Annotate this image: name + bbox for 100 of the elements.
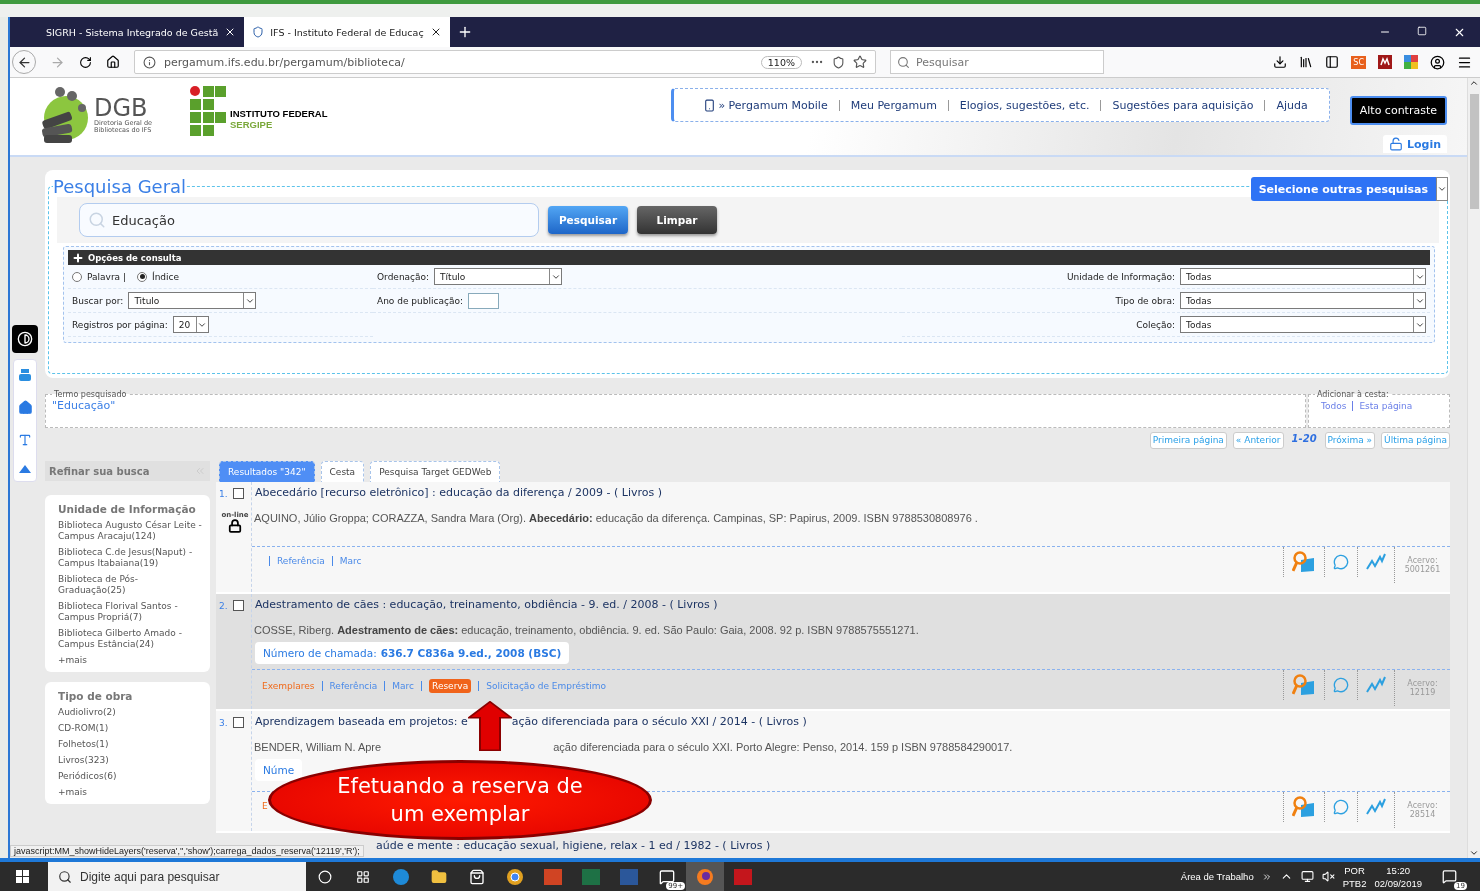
refine-header: Refinar sua busca xyxy=(45,461,210,481)
more-link[interactable]: +mais xyxy=(58,787,202,798)
dropdown[interactable]: Titulo xyxy=(128,292,257,309)
bookmark-star-icon[interactable] xyxy=(853,55,867,69)
search-button[interactable]: Pesquisar xyxy=(548,206,628,234)
results-tab[interactable]: Pesquisa Target GEDWeb xyxy=(370,461,501,482)
checkbox[interactable] xyxy=(232,488,244,499)
plus-icon xyxy=(72,251,84,264)
logo-title: INSTITUTO FEDERAL xyxy=(230,108,328,119)
result-number: 3. xyxy=(219,717,228,728)
reload-icon[interactable] xyxy=(79,55,92,69)
clear-button[interactable]: Limpar xyxy=(637,206,717,234)
result-title[interactable]: Adestramento de cães : educação, treinamento, obdiência - 9. ed. / 2008 - ( Livros ) xyxy=(255,598,718,620)
acervo-info: Acervo: 28514 xyxy=(1394,792,1450,828)
filter-item[interactable]: Biblioteca C.de Jesus(Naput) - Campus Itabaiana(19) xyxy=(58,547,202,569)
taskbar-search[interactable]: Digite aqui para pesquisar xyxy=(48,862,306,891)
basket-link[interactable]: Esta página xyxy=(1352,401,1419,411)
chart-line-icon[interactable] xyxy=(1366,798,1386,816)
arrow-annotation xyxy=(467,701,512,751)
result-title[interactable]: Aprendizagem baseada em projetos: e xyxy=(255,715,468,737)
result-title[interactable]: Abecedário [recurso eletrônico] : educação da diferença / 2009 - ( Livros ) xyxy=(255,486,663,508)
radio-button[interactable] xyxy=(72,271,82,282)
reference-text: AQUINO, Júlio Groppa; CORAZZA, Sandra Mara (Org). Abecedário: educação da diferença. Campinas, SP: Papirus, 2009. ISBN 9788530808976 . xyxy=(254,512,978,524)
network-icon[interactable] xyxy=(1300,870,1314,883)
basket-link[interactable]: Todos xyxy=(1315,401,1353,411)
scroll-down-icon[interactable] xyxy=(1469,848,1479,858)
language-indicator[interactable]: POR PTB2 xyxy=(1342,863,1367,890)
radio-option[interactable]: Palavra | xyxy=(72,271,126,282)
download-icon[interactable] xyxy=(1273,55,1288,69)
close-icon[interactable] xyxy=(1453,26,1466,39)
font-size-icon[interactable] xyxy=(18,433,32,447)
menu-icon[interactable] xyxy=(1457,54,1472,70)
filter-item[interactable]: Biblioteca Gilberto Amado - Campus Estância(24) xyxy=(58,628,202,650)
phone-icon xyxy=(703,98,717,112)
unlock-icon xyxy=(1388,137,1403,151)
result-title[interactable]: ação diferenciada para o século XXI / 2014 - ( Livros ) xyxy=(511,715,807,737)
result-title[interactable]: aúde e mente : educação sexual, higiene, relax - 1 ed / 1982 - ( Livros ) xyxy=(376,839,771,852)
filter-item[interactable]: Audiolivro(2) xyxy=(58,707,202,718)
dropdown[interactable]: Todas xyxy=(1180,268,1426,285)
nav-link[interactable]: Elogios, sugestões, etc. xyxy=(947,99,1101,111)
nav-link[interactable]: » Pergamum Mobile xyxy=(692,98,839,112)
checkbox[interactable] xyxy=(232,600,244,611)
volume-muted-icon[interactable] xyxy=(1321,870,1335,883)
expand-icon[interactable] xyxy=(1261,871,1272,882)
term-legend: Termo pesquisado xyxy=(52,390,129,399)
home-icon[interactable] xyxy=(106,55,120,69)
checkbox[interactable] xyxy=(232,717,244,728)
field-label: Ano de publicação: xyxy=(377,295,463,306)
maximize-icon[interactable] xyxy=(1417,26,1427,36)
desktop-toolbar-label[interactable]: Área de Trabalho xyxy=(1180,871,1254,882)
contrast-button[interactable]: Alto contraste xyxy=(1349,96,1447,125)
sidebar-icon[interactable] xyxy=(1325,55,1340,69)
nav-link[interactable]: Meu Pergamum xyxy=(838,99,948,111)
dropdown[interactable]: 20 xyxy=(172,316,209,333)
address-bar[interactable]: pergamum.ifs.edu.br/pergamum/biblioteca/ 110% xyxy=(134,50,876,74)
books-icon[interactable] xyxy=(18,368,32,382)
nav-link[interactable]: Sugestões para aquisição xyxy=(1100,99,1265,111)
filter-title: Unidade de Informação xyxy=(58,503,197,515)
library-icon[interactable] xyxy=(1299,55,1314,69)
browser-tab[interactable]: SIGRH - Sistema Integrado de Gestã xyxy=(38,17,245,47)
more-link[interactable]: +mais xyxy=(58,655,202,666)
browser-tab[interactable]: IFS - Instituto Federal de Educaç xyxy=(244,17,450,47)
nav-link[interactable]: Ajuda xyxy=(1264,99,1319,111)
scrollbar-thumb[interactable] xyxy=(1469,94,1479,209)
clock[interactable]: 15:20 02/09/2019 xyxy=(1374,863,1422,890)
result-number: 1. xyxy=(219,488,228,499)
start-icon[interactable] xyxy=(16,869,30,884)
field-label: Tipo de obra: xyxy=(1115,295,1175,306)
filter-item[interactable]: Biblioteca de Pós-Graduação(25) xyxy=(58,574,202,596)
year-input[interactable] xyxy=(467,292,499,309)
firefox-icon[interactable] xyxy=(686,862,724,891)
scroll-up-icon[interactable] xyxy=(1469,78,1479,88)
dropdown[interactable]: Todas xyxy=(1180,292,1426,309)
caret-icon xyxy=(1437,184,1447,194)
results-tab[interactable]: Cesta xyxy=(320,461,365,482)
filter-item[interactable]: Folhetos(1) xyxy=(58,739,202,750)
radio-option[interactable]: Índice xyxy=(137,271,180,282)
back-icon xyxy=(16,54,32,70)
filter-item[interactable]: Biblioteca Augusto César Leite - Campus Aracaju(124) xyxy=(58,520,202,542)
comment-icon[interactable] xyxy=(1333,554,1349,570)
other-searches-button[interactable]: Selecione outras pesquisas xyxy=(1250,177,1448,201)
dropdown[interactable]: Todas xyxy=(1180,316,1426,333)
extension-icon[interactable] xyxy=(1378,55,1392,69)
radio-button[interactable] xyxy=(137,271,147,282)
magnifier-map-icon[interactable] xyxy=(1292,551,1316,573)
filter-item[interactable]: CD-ROM(1) xyxy=(58,723,202,734)
comment-icon[interactable] xyxy=(1333,799,1349,815)
login-link[interactable]: Login xyxy=(1382,135,1447,153)
field-label: Registros por página: xyxy=(72,319,168,330)
chart-line-icon[interactable] xyxy=(1366,553,1386,571)
filter-item[interactable]: Biblioteca Florival Santos - Campus Propriá(7) xyxy=(58,601,202,623)
filter-item[interactable]: Livros(323) xyxy=(58,755,202,766)
contrast-icon[interactable] xyxy=(12,325,38,353)
scroll-up-icon[interactable] xyxy=(19,465,31,473)
magnifier-map-icon[interactable] xyxy=(1292,796,1316,818)
filter-item[interactable]: Periódicos(6) xyxy=(58,771,202,782)
dropdown[interactable]: Título xyxy=(434,268,563,285)
search-field[interactable]: Pesquisar xyxy=(890,50,1104,74)
account-icon[interactable] xyxy=(1430,54,1445,70)
search-input[interactable]: Educação xyxy=(79,203,539,237)
